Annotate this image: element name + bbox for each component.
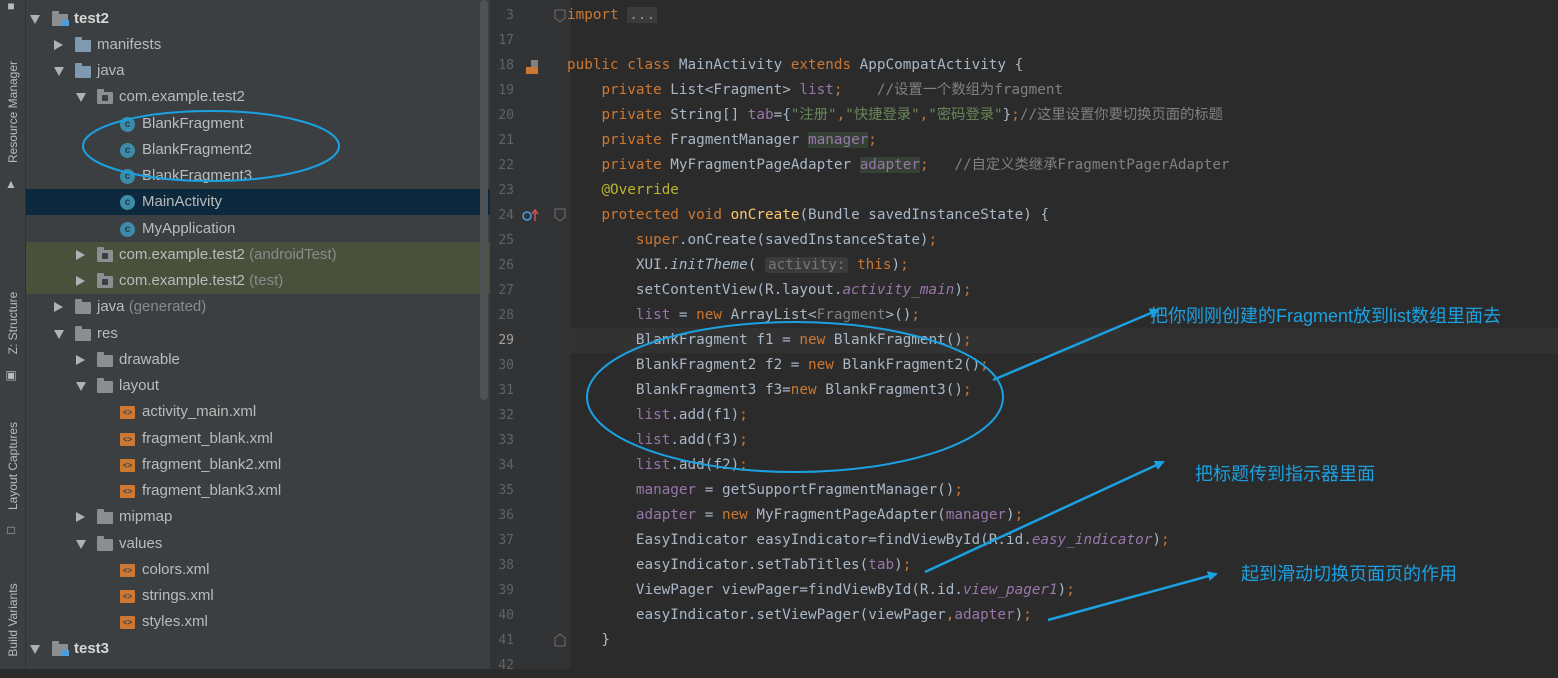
annotation-viewpager: 起到滑动切换页面页的作用 bbox=[1241, 564, 1457, 584]
annotation-titles: 把标题传到指示器里面 bbox=[1195, 464, 1375, 484]
annotation-arrow bbox=[992, 308, 1160, 382]
annotation-arrow bbox=[924, 460, 1165, 574]
annotation-ellipse bbox=[82, 110, 340, 182]
annotation-ellipse bbox=[586, 321, 1004, 473]
annotation-arrow bbox=[1047, 571, 1218, 622]
annotation-fragment-list: 把你刚刚创建的Fragment放到list数组里面去 bbox=[1150, 306, 1502, 326]
